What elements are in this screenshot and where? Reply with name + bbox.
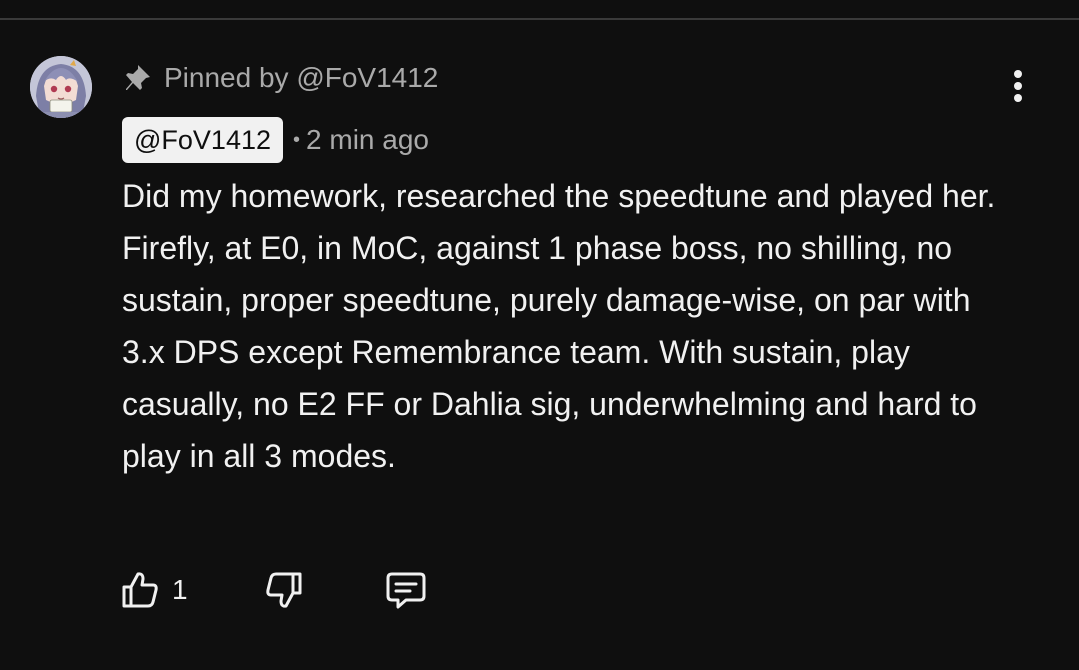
comment-actions: 1	[120, 568, 428, 612]
pinned-label: Pinned by @FoV1412	[164, 62, 439, 93]
pin-icon	[124, 63, 152, 93]
avatar[interactable]	[30, 56, 92, 118]
timestamp[interactable]: 2 min ago	[306, 124, 429, 156]
like-count: 1	[172, 574, 188, 605]
more-vert-icon	[1014, 70, 1022, 102]
comment-text: Did my homework, researched the speedtun…	[122, 178, 996, 474]
dislike-button[interactable]	[264, 568, 304, 612]
thumbs-up-icon	[122, 572, 158, 608]
reply-button[interactable]	[384, 568, 428, 612]
top-divider	[0, 18, 1079, 20]
thumbs-down-icon	[265, 572, 302, 608]
separator-dot: •	[293, 128, 301, 151]
pinned-indicator: Pinned by @FoV1412	[124, 58, 438, 98]
more-options-button[interactable]	[998, 66, 1038, 106]
avatar-image	[30, 56, 92, 118]
like-button[interactable]: 1	[120, 568, 188, 612]
author-chip[interactable]: @FoV1412	[122, 117, 283, 163]
reply-comment-icon	[386, 572, 426, 609]
comment-header: @FoV1412 • 2 min ago	[122, 117, 429, 163]
